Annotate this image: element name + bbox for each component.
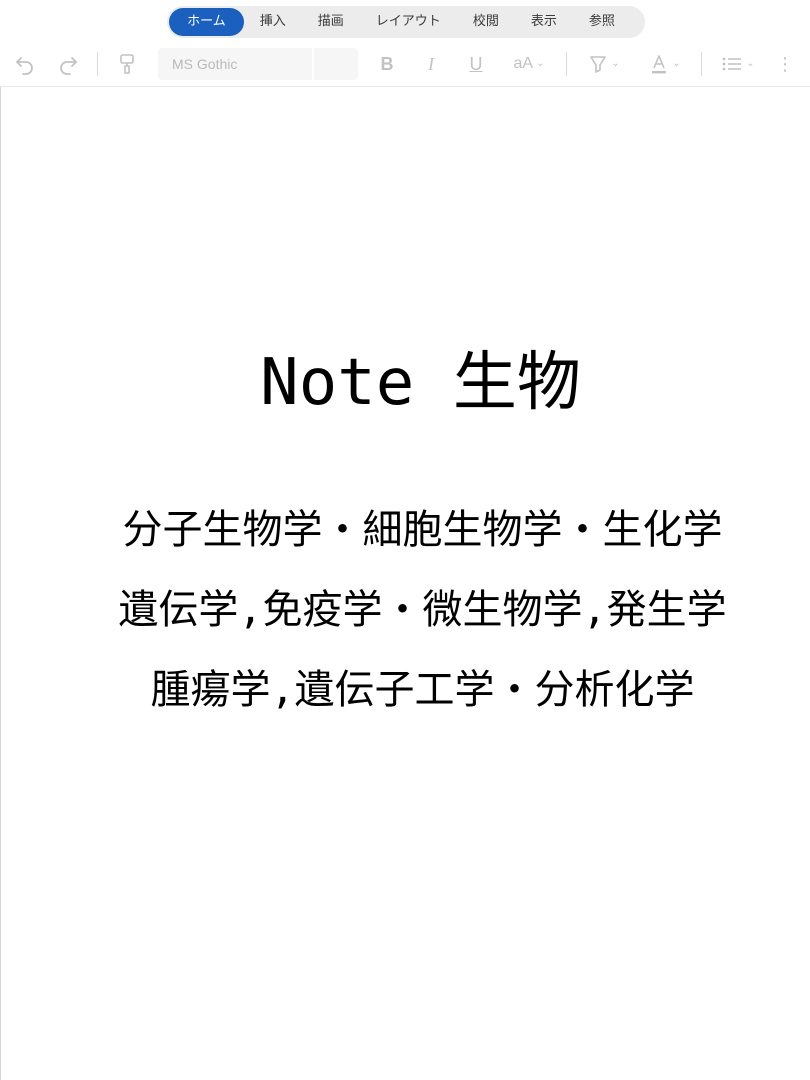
tab-references[interactable]: 参照 (573, 8, 631, 36)
tab-insert[interactable]: 挿入 (244, 8, 302, 36)
bullet-list-icon (721, 53, 743, 75)
font-size-menu-button[interactable]: aA ⌄ (508, 50, 550, 78)
italic-button[interactable]: I (420, 50, 442, 78)
redo-button[interactable] (55, 50, 81, 78)
document-line-2: 遺伝学,免疫学・微生物学,発生学 (118, 587, 727, 633)
font-color-button[interactable]: ⌄ (645, 50, 685, 78)
toolbar-separator (566, 52, 567, 76)
chevron-down-icon: ⌄ (746, 58, 755, 69)
underline-icon: U (469, 54, 483, 74)
document-line-1: 分子生物学・細胞生物学・生化学 (122, 507, 723, 553)
tab-layout[interactable]: レイアウト (360, 8, 457, 36)
format-painter-icon (117, 53, 137, 75)
more-options-button[interactable]: ⋮ (776, 50, 794, 78)
bold-button[interactable]: B (376, 50, 398, 78)
highlight-button[interactable]: ⌄ (584, 50, 624, 78)
tab-draw[interactable]: 描画 (302, 8, 360, 36)
more-icon: ⋮ (776, 54, 794, 74)
font-size-icon: aA (513, 55, 534, 72)
format-toolbar: MS Gothic B I U aA ⌄ ⌄ ⌄ ⌄ ⋮ (0, 42, 810, 86)
document-title: Note 生物 (260, 346, 581, 420)
font-size-field[interactable] (314, 48, 358, 80)
underline-button[interactable]: U (465, 50, 487, 78)
bold-icon: B (380, 54, 394, 74)
ribbon-tab-bar: ホーム 挿入 描画 レイアウト 校閲 表示 参照 (167, 6, 645, 38)
redo-icon (57, 53, 79, 75)
italic-icon: I (428, 54, 434, 74)
format-painter-button[interactable] (114, 50, 140, 78)
bullet-list-button[interactable]: ⌄ (718, 50, 758, 78)
chevron-down-icon: ⌄ (672, 58, 681, 69)
toolbar-separator (97, 52, 98, 76)
font-color-icon (649, 53, 669, 75)
document-page[interactable]: Note 生物 分子生物学・細胞生物学・生化学 遺伝学,免疫学・微生物学,発生学… (1, 87, 810, 1080)
toolbar-separator (701, 52, 702, 76)
tab-review[interactable]: 校閲 (457, 8, 515, 36)
tab-view[interactable]: 表示 (515, 8, 573, 36)
tab-home[interactable]: ホーム (169, 8, 244, 36)
document-line-3: 腫瘍学,遺伝子工学・分析化学 (150, 667, 695, 713)
chevron-down-icon: ⌄ (536, 58, 545, 69)
undo-button[interactable] (12, 50, 38, 78)
undo-icon (14, 53, 36, 75)
highlight-icon (588, 53, 608, 75)
font-name-field[interactable]: MS Gothic (158, 48, 312, 80)
ribbon-tab-bar-wrap: ホーム 挿入 描画 レイアウト 校閲 表示 参照 (0, 6, 810, 38)
font-name-value: MS Gothic (172, 56, 238, 72)
chevron-down-icon: ⌄ (611, 58, 620, 69)
